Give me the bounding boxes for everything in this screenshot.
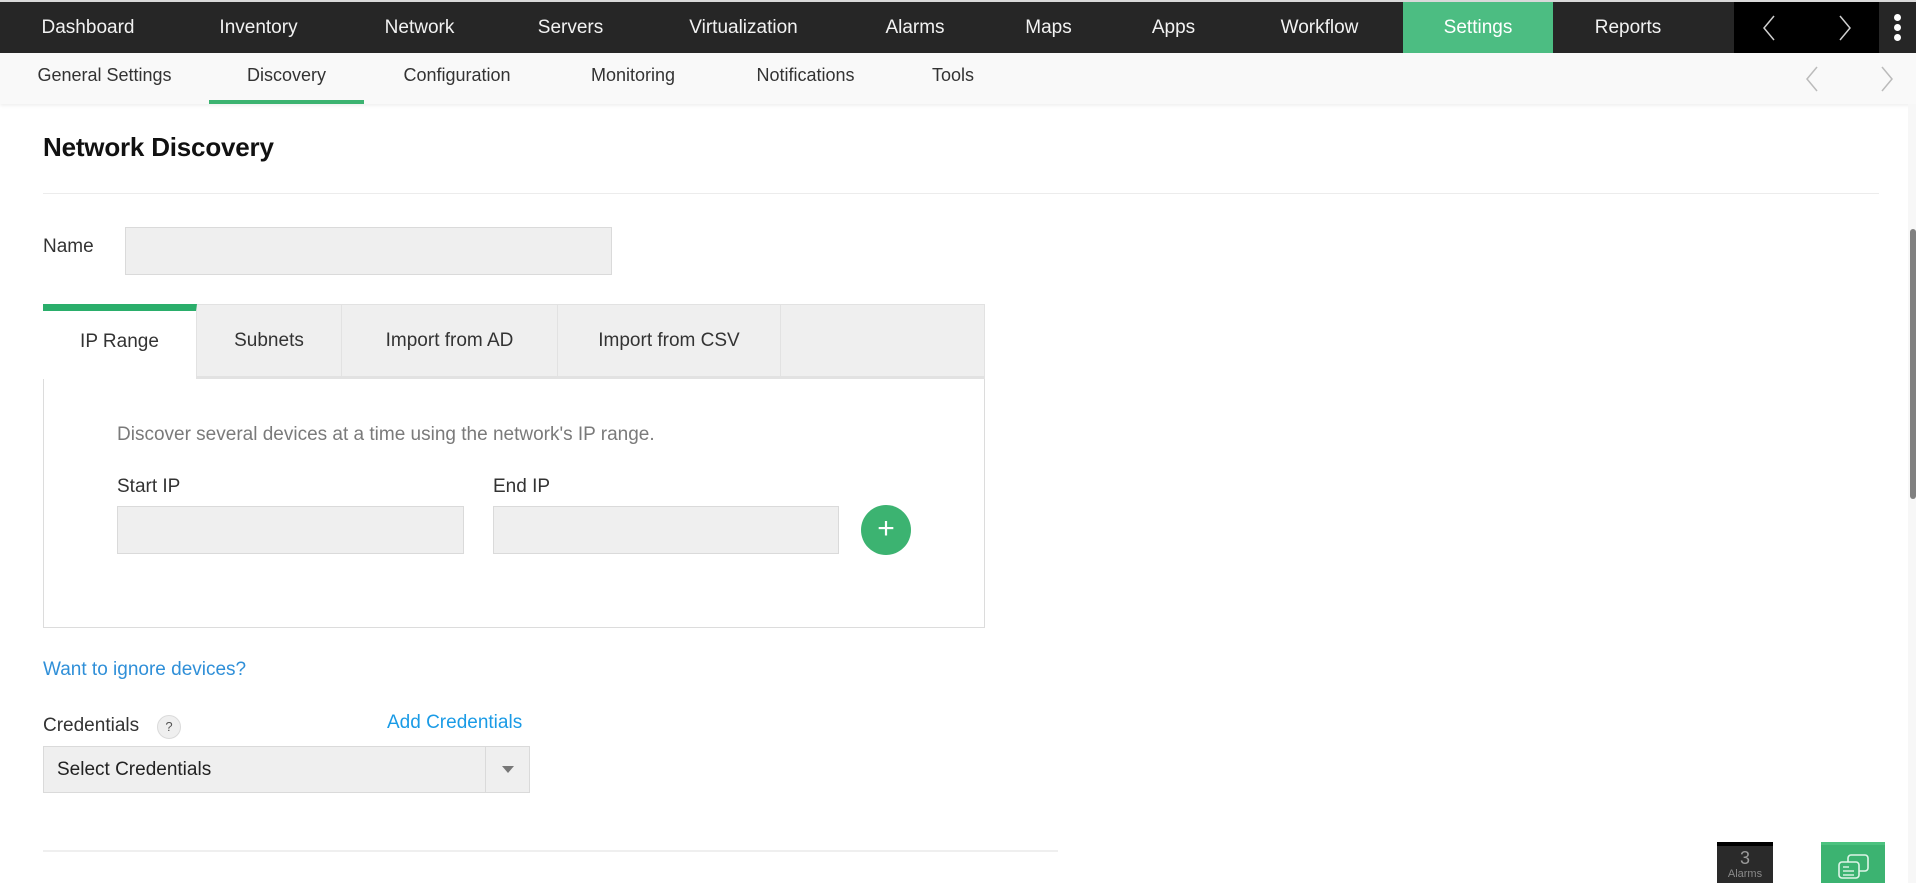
help-icon[interactable]: ?	[157, 715, 181, 739]
chevron-right-icon[interactable]	[1820, 2, 1870, 53]
alarms-badge[interactable]: 3 Alarms	[1717, 842, 1773, 883]
discovery-method-tabs: IP Range Subnets Import from AD Import f…	[43, 304, 985, 379]
end-ip-input[interactable]	[493, 506, 839, 554]
plus-icon: +	[877, 512, 895, 545]
dropdown-arrow-icon[interactable]	[485, 747, 529, 792]
top-nav-network[interactable]: Network	[341, 2, 498, 53]
scrollbar-thumb[interactable]	[1910, 229, 1916, 499]
end-ip-label: End IP	[493, 476, 551, 497]
top-nav-virtualization[interactable]: Virtualization	[643, 2, 844, 53]
sub-nav-bar: General Settings Discovery Configuration…	[0, 53, 1916, 104]
sub-nav-monitoring[interactable]: Monitoring	[550, 53, 716, 104]
chevron-left-icon[interactable]	[1792, 53, 1832, 104]
chat-button[interactable]	[1821, 842, 1885, 883]
alarms-count: 3	[1739, 848, 1750, 868]
top-nav-workflow[interactable]: Workflow	[1236, 2, 1403, 53]
start-ip-input[interactable]	[117, 506, 464, 554]
chat-bubbles-icon	[1838, 854, 1869, 879]
sub-nav-notifications[interactable]: Notifications	[716, 53, 895, 104]
sub-nav-configuration[interactable]: Configuration	[364, 53, 550, 104]
top-nav-scroller	[1734, 2, 1879, 53]
name-label: Name	[43, 236, 94, 257]
add-ip-range-button[interactable]: +	[861, 505, 911, 555]
page-title: Network Discovery	[43, 132, 274, 162]
top-nav-settings[interactable]: Settings	[1403, 2, 1553, 53]
title-divider	[43, 193, 1879, 194]
ip-range-panel	[43, 379, 985, 628]
start-ip-label: Start IP	[117, 476, 181, 497]
ip-range-description: Discover several devices at a time using…	[117, 424, 655, 445]
tab-import-from-ad[interactable]: Import from AD	[342, 305, 558, 377]
tab-ip-range[interactable]: IP Range	[43, 304, 197, 379]
chevron-left-icon[interactable]	[1744, 2, 1794, 53]
ignore-devices-link[interactable]: Want to ignore devices?	[43, 659, 246, 681]
kebab-menu-icon[interactable]	[1879, 2, 1916, 53]
sub-nav-discovery[interactable]: Discovery	[209, 53, 364, 104]
sub-nav-tools[interactable]: Tools	[895, 53, 1011, 104]
credentials-label: Credentials	[43, 715, 140, 736]
tab-import-from-csv[interactable]: Import from CSV	[558, 305, 781, 377]
sub-nav-general-settings[interactable]: General Settings	[0, 53, 209, 104]
top-nav-reports[interactable]: Reports	[1553, 2, 1703, 53]
name-input[interactable]	[125, 227, 612, 275]
alarms-label: Alarms	[1727, 868, 1763, 880]
chevron-right-icon[interactable]	[1867, 53, 1907, 104]
top-nav-servers[interactable]: Servers	[498, 2, 643, 53]
top-nav-apps[interactable]: Apps	[1111, 2, 1236, 53]
top-nav-alarms[interactable]: Alarms	[844, 2, 986, 53]
top-nav-bar: Dashboard Inventory Network Servers Virt…	[0, 0, 1916, 53]
add-credentials-link[interactable]: Add Credentials	[387, 712, 522, 734]
credentials-select-value: Select Credentials	[57, 759, 212, 780]
section-divider	[43, 850, 1058, 852]
top-nav-dashboard[interactable]: Dashboard	[0, 2, 176, 53]
top-nav-inventory[interactable]: Inventory	[176, 2, 341, 53]
tab-subnets[interactable]: Subnets	[197, 305, 342, 377]
credentials-select[interactable]: Select Credentials	[43, 746, 530, 793]
top-nav-maps[interactable]: Maps	[986, 2, 1111, 53]
